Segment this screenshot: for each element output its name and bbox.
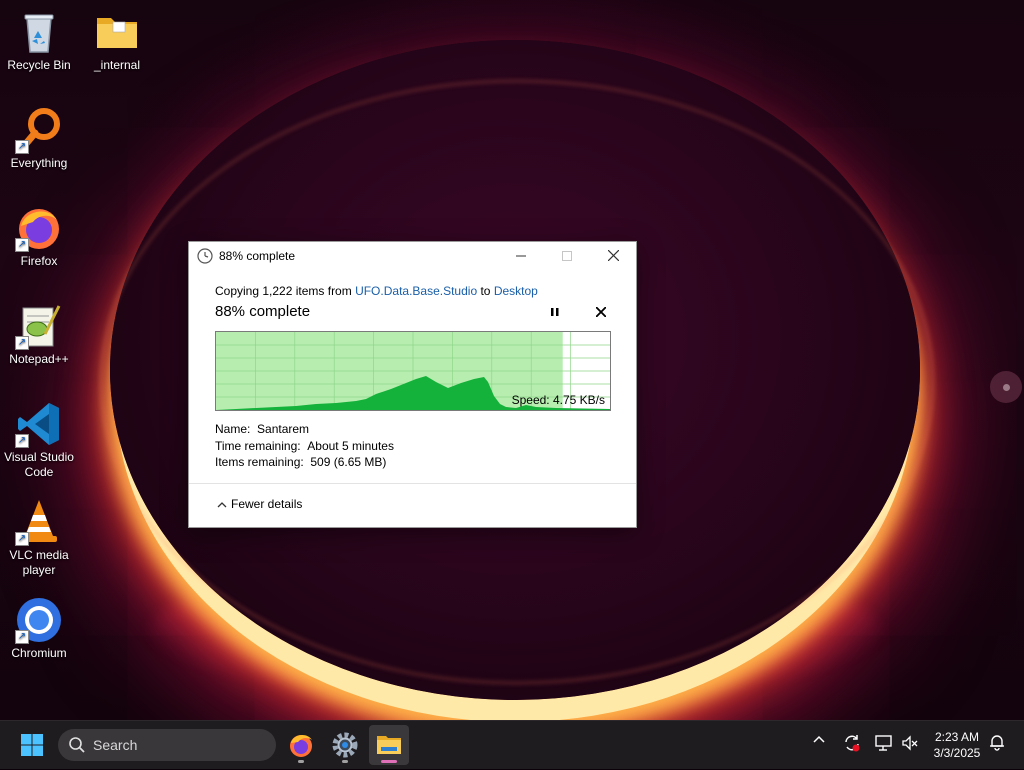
- active-indicator: [381, 760, 397, 763]
- taskbar-clock[interactable]: 2:23 AM 3/3/2025: [926, 729, 988, 761]
- network-icon: [875, 735, 892, 751]
- detail-value: About 5 minutes: [307, 438, 394, 453]
- close-icon: [607, 249, 619, 262]
- shortcut-arrow-icon: ↗: [15, 434, 29, 448]
- dialog-divider: [189, 483, 636, 484]
- volume-muted-icon: [902, 735, 918, 751]
- show-hidden-icons-button[interactable]: [812, 733, 826, 750]
- firefox-icon: ↗: [15, 204, 63, 252]
- clock-icon: [197, 248, 213, 264]
- tray-sync[interactable]: [842, 733, 862, 756]
- taskbar-app-file-explorer[interactable]: [369, 725, 409, 765]
- floating-button[interactable]: [990, 371, 1022, 403]
- detail-label: Name:: [215, 422, 251, 436]
- speed-label: Speed: 4.75 KB/s: [511, 393, 605, 407]
- minimize-icon: [516, 255, 526, 257]
- shortcut-arrow-icon: ↗: [15, 336, 29, 350]
- tray-volume[interactable]: [900, 733, 920, 756]
- cancel-button[interactable]: [590, 304, 612, 324]
- maximize-icon: [562, 251, 572, 261]
- taskbar-app-firefox[interactable]: [281, 725, 321, 765]
- sync-icon: [845, 735, 860, 752]
- speed-graph: Speed: 4.75 KB/s: [215, 331, 611, 411]
- shortcut-arrow-icon: ↗: [15, 140, 29, 154]
- detail-items-row: Items remaining: 509 (6.65 MB): [215, 454, 394, 471]
- desktop-icon-label: Recycle Bin: [7, 58, 71, 72]
- desktop-icon-label: Visual Studio Code: [4, 450, 74, 479]
- dialog-titlebar[interactable]: 88% complete: [189, 242, 636, 271]
- desktop-icon-vlc[interactable]: ↗ VLC media player: [0, 498, 78, 578]
- shortcut-arrow-icon: ↗: [15, 630, 29, 644]
- desktop-icon-label: Notepad++: [9, 352, 69, 366]
- detail-value: 509 (6.65 MB): [310, 455, 387, 469]
- search-placeholder: Search: [93, 737, 138, 753]
- taskbar: Search 2:23 AM 3/3/2025: [0, 720, 1024, 769]
- copy-mid: to: [477, 284, 494, 298]
- desktop-icon-notepad-plus-plus[interactable]: ↗ Notepad++: [0, 302, 78, 367]
- start-button[interactable]: [20, 733, 44, 757]
- chevron-up-icon: [813, 735, 825, 743]
- chromium-icon: ↗: [15, 596, 63, 644]
- recycle-bin-icon: [15, 8, 63, 56]
- fewer-details-button[interactable]: Fewer details: [217, 497, 302, 511]
- search-icon: [69, 737, 85, 753]
- taskbar-app-settings[interactable]: [325, 725, 365, 765]
- pause-icon: [551, 308, 559, 316]
- firefox-icon: [290, 734, 312, 757]
- desktop-icon-vscode[interactable]: ↗ Visual Studio Code: [0, 400, 78, 480]
- desktop-icon-label: _internal: [93, 58, 141, 72]
- minimize-button[interactable]: [498, 242, 544, 271]
- running-indicator: [342, 760, 348, 763]
- detail-label: Items remaining:: [215, 455, 304, 469]
- desktop-icon-label: Everything: [10, 156, 68, 170]
- file-explorer-icon: [377, 736, 401, 754]
- windows-logo-icon: [21, 734, 43, 756]
- desktop-icon-label: Firefox: [20, 254, 58, 268]
- detail-value: Santarem: [257, 422, 310, 436]
- desktop-icon-firefox[interactable]: ↗ Firefox: [0, 204, 78, 269]
- fewer-details-label: Fewer details: [231, 497, 303, 511]
- desktop-icon-recycle-bin[interactable]: Recycle Bin: [0, 8, 78, 73]
- pause-button[interactable]: [544, 306, 566, 324]
- folder-icon: [93, 8, 141, 56]
- copy-details: Name: Santarem Time remaining: About 5 m…: [215, 421, 394, 471]
- copy-prefix: Copying 1,222 items from: [215, 284, 356, 298]
- tray-network[interactable]: [874, 733, 894, 756]
- running-indicator: [298, 760, 304, 763]
- progress-status: 88% complete: [215, 303, 311, 320]
- chevron-up-icon: [217, 499, 231, 511]
- detail-time-row: Time remaining: About 5 minutes: [215, 438, 394, 455]
- shortcut-arrow-icon: ↗: [15, 238, 29, 252]
- notifications-button[interactable]: [988, 733, 1006, 754]
- desktop-icon-internal[interactable]: _internal: [78, 8, 156, 73]
- shortcut-arrow-icon: ↗: [15, 532, 29, 546]
- file-copy-dialog: 88% complete Copying 1,222 items from UF…: [188, 241, 637, 528]
- close-button[interactable]: [590, 242, 636, 271]
- taskbar-search[interactable]: Search: [58, 729, 276, 761]
- detail-label: Time remaining:: [215, 438, 301, 453]
- detail-name-row: Name: Santarem: [215, 421, 394, 438]
- maximize-button: [544, 242, 590, 271]
- clock-date: 3/3/2025: [933, 746, 981, 760]
- notification-bell-icon: [990, 735, 1004, 751]
- everything-search-icon: ↗: [15, 106, 63, 154]
- desktop-icon-label: VLC media player: [9, 548, 69, 577]
- notepad-plus-plus-icon: ↗: [15, 302, 63, 350]
- desktop-icon-chromium[interactable]: ↗ Chromium: [0, 596, 78, 661]
- clock-time: 2:23 AM: [934, 730, 980, 744]
- desktop-icon-label: Chromium: [11, 646, 67, 660]
- settings-icon: [332, 732, 358, 758]
- copy-summary: Copying 1,222 items from UFO.Data.Base.S…: [215, 284, 538, 298]
- close-icon: [595, 306, 607, 318]
- dialog-title: 88% complete: [219, 249, 296, 263]
- vscode-icon: ↗: [15, 400, 63, 448]
- destination-link[interactable]: Desktop: [494, 284, 538, 298]
- desktop-icon-everything[interactable]: ↗ Everything: [0, 106, 78, 171]
- vlc-icon: ↗: [15, 498, 63, 546]
- source-link[interactable]: UFO.Data.Base.Studio: [355, 284, 477, 298]
